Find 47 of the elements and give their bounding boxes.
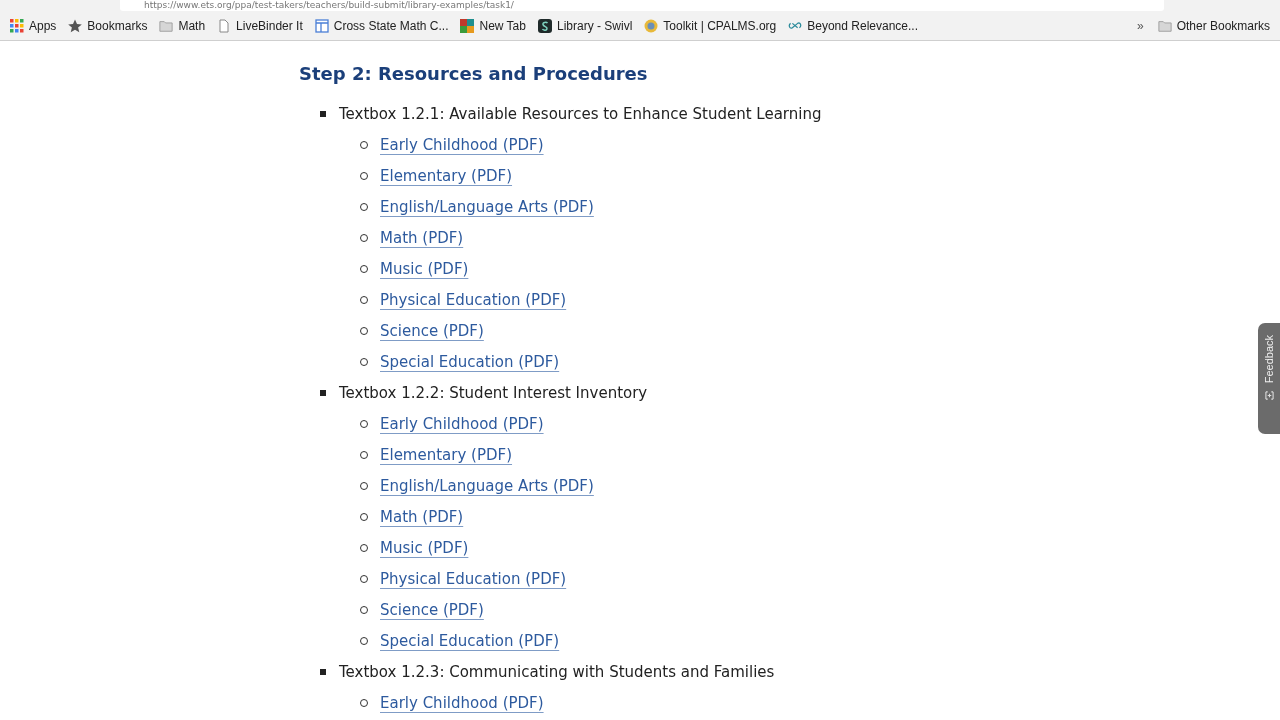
bullet-icon [320, 110, 326, 117]
feedback-icon [1264, 391, 1274, 401]
feedback-tab[interactable]: Feedback [1258, 323, 1280, 434]
folder-icon [159, 18, 174, 33]
bullet-icon [320, 668, 326, 675]
bookmark-folder[interactable]: Other Bookmarks [1153, 16, 1274, 35]
address-field[interactable]: https://www.ets.org/ppa/test-takers/teachers/build-submit/library-examples/task1/ [120, 0, 1164, 11]
layout-icon [314, 18, 329, 33]
pdf-link[interactable]: Early Childhood (PDF) [380, 693, 544, 712]
pdf-link[interactable]: Early Childhood (PDF) [380, 414, 544, 433]
pdf-link[interactable]: Math (PDF) [380, 228, 464, 247]
pdf-link[interactable]: Physical Education (PDF) [380, 290, 567, 309]
bookmark[interactable]: New Tab [456, 16, 530, 35]
bullet-icon [320, 389, 326, 396]
pdf-link[interactable]: Music (PDF) [380, 259, 469, 278]
badge-icon [644, 18, 659, 33]
bookmark[interactable]: Apps [6, 16, 61, 35]
page-icon [217, 18, 232, 33]
list-item-text: Textbox 1.2.2: Student Interest Inventory [339, 383, 648, 402]
bookmark[interactable]: Library - Swivl [533, 16, 637, 35]
pdf-link[interactable]: English/Language Arts (PDF) [380, 197, 594, 216]
bookmark[interactable]: LiveBinder It [213, 16, 307, 35]
pdf-link[interactable]: Special Education (PDF) [380, 352, 560, 371]
pdf-link[interactable]: Science (PDF) [380, 600, 484, 619]
bookmark[interactable]: Math [155, 16, 210, 35]
folder-icon [1157, 18, 1172, 33]
pdf-link[interactable]: Special Education (PDF) [380, 631, 560, 650]
pdf-link[interactable]: Science (PDF) [380, 321, 484, 340]
pdf-link[interactable]: Elementary (PDF) [380, 166, 513, 185]
swivl-icon [537, 18, 552, 33]
apps-grid-icon [10, 18, 24, 33]
pdf-link[interactable]: Music (PDF) [380, 538, 469, 557]
section-heading: Step 2: Resources and Procedures [299, 62, 649, 86]
star-icon [68, 18, 83, 33]
more-bookmarks-button[interactable]: » [1130, 18, 1150, 33]
bookmark[interactable]: Bookmarks [64, 16, 152, 35]
pdf-link[interactable]: Math (PDF) [380, 507, 464, 526]
list-item-text: Textbox 1.2.3: Communicating with Students and Families [339, 662, 775, 681]
pdf-link[interactable]: Early Childhood (PDF) [380, 135, 544, 154]
pdf-link[interactable]: English/Language Arts (PDF) [380, 476, 594, 495]
pdf-link[interactable]: Physical Education (PDF) [380, 569, 567, 588]
pdf-link[interactable]: Elementary (PDF) [380, 445, 513, 464]
list-item-text: Textbox 1.2.1: Available Resources to Enhance Student Learning [339, 104, 822, 123]
bookmark[interactable]: Beyond Relevance... [784, 16, 922, 35]
bookmark[interactable]: Cross State Math C... [310, 16, 453, 35]
bookmark[interactable]: Toolkit | CPALMS.org [640, 16, 781, 35]
tiles-icon [460, 18, 475, 33]
